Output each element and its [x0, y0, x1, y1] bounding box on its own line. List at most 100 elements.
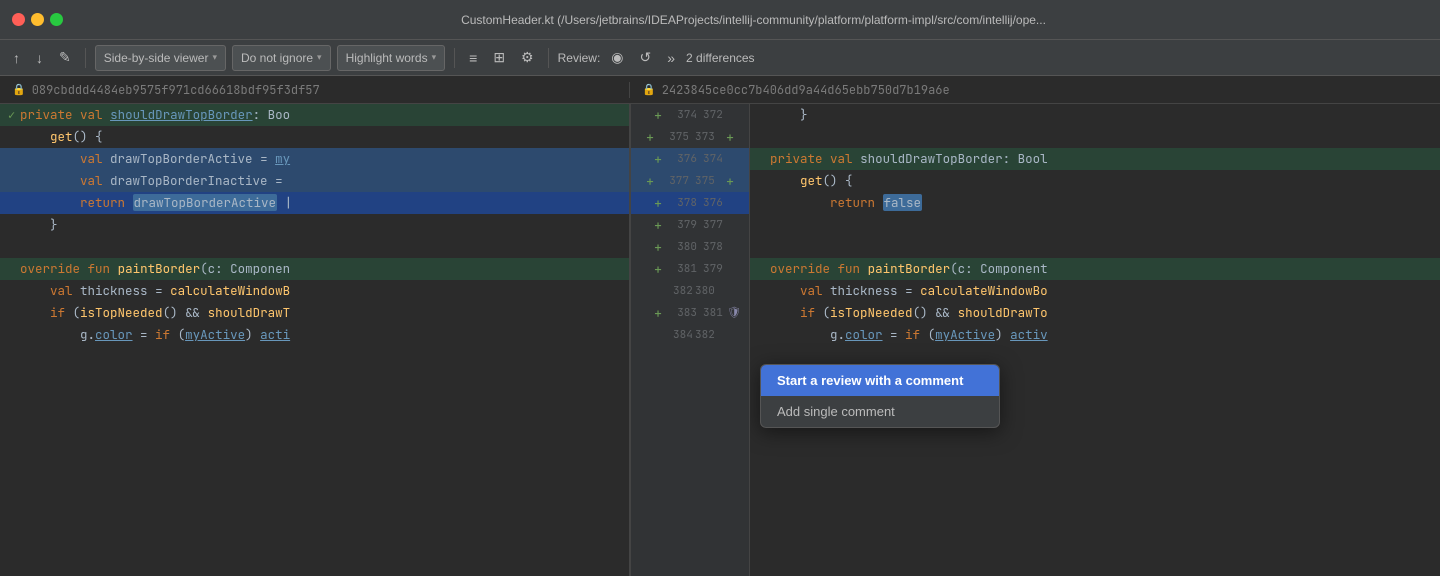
add-comment-373[interactable]: +: [723, 129, 737, 146]
right-code-380: val thickness = calculateWindowBo: [770, 280, 1048, 302]
align-button[interactable]: ≡: [464, 47, 482, 69]
left-linenum-381: 381: [667, 262, 697, 276]
gutter-380: + 380 378: [631, 236, 749, 258]
gutter-384: 384 382: [631, 324, 749, 346]
left-code-382: val thickness = calculateWindowB: [20, 280, 290, 302]
right-line-380: val thickness = calculateWindowBo: [750, 280, 1440, 302]
start-review-label: Start a review with a comment: [777, 373, 963, 388]
right-line-372: }: [750, 104, 1440, 126]
right-code-381: if (isTopNeeded() && shouldDrawTo: [770, 302, 1048, 324]
gutter-381: + 381 379: [631, 258, 749, 280]
gutter-377: + 377 375 +: [631, 170, 749, 192]
right-linenum-372: 372: [699, 108, 729, 122]
ignore-dropdown[interactable]: Do not ignore ▾: [232, 45, 331, 71]
left-commit: 🔒 089cbddd4484eb9575f971cd66618bdf95f3df…: [0, 82, 630, 98]
highlight-dropdown[interactable]: Highlight words ▾: [337, 45, 446, 71]
lock-icon-right: 🔒: [642, 83, 656, 97]
left-line-379: }: [0, 214, 629, 236]
left-code-378: return drawTopBorderActive |: [20, 192, 292, 214]
left-code-377: val drawTopBorderInactive =: [20, 170, 283, 192]
eye-button[interactable]: ◉: [606, 46, 628, 69]
maximize-button[interactable]: [50, 13, 63, 26]
left-line-375: get() {: [0, 126, 629, 148]
right-code-374: private val shouldDrawTopBorder: Bool: [770, 148, 1048, 170]
add-comment-375[interactable]: +: [643, 129, 657, 146]
right-line-378: [750, 236, 1440, 258]
add-comment-381[interactable]: +: [651, 261, 665, 278]
add-comment-380[interactable]: +: [651, 239, 665, 256]
right-commit-hash: 2423845ce0cc7b406dd9a44d65ebb750d7b19a6e: [662, 82, 950, 98]
right-code-382: g.color = if (myActive) activ: [770, 324, 1048, 346]
gutter-375: + 375 373 +: [631, 126, 749, 148]
add-comment-374[interactable]: +: [651, 107, 665, 124]
right-code: } private val shouldDrawTopBorder: Bool …: [750, 104, 1440, 346]
add-comment-379[interactable]: +: [651, 217, 665, 234]
right-line-379: override fun paintBorder(c: Component: [750, 258, 1440, 280]
close-button[interactable]: [12, 13, 25, 26]
single-comment-label: Add single comment: [777, 404, 895, 419]
right-line-377: [750, 214, 1440, 236]
right-line-374: private val shouldDrawTopBorder: Bool: [750, 148, 1440, 170]
right-code-379: override fun paintBorder(c: Component: [770, 258, 1048, 280]
add-comment-378[interactable]: +: [651, 195, 665, 212]
left-linenum-379: 379: [667, 218, 697, 232]
left-code-379: }: [20, 214, 58, 236]
gutter-376: + 376 374: [631, 148, 749, 170]
add-comment-383[interactable]: +: [651, 305, 665, 322]
more-button[interactable]: »: [662, 47, 680, 69]
right-linenum-381: 381🛡: [699, 306, 729, 320]
check-icon: ✓: [8, 104, 20, 126]
single-comment-item[interactable]: Add single comment: [761, 396, 999, 427]
highlight-label: Highlight words: [346, 51, 428, 65]
separator-2: [454, 48, 455, 68]
gutter-383: + 383 381🛡: [631, 302, 749, 324]
right-line-373: [750, 126, 1440, 148]
columns-button[interactable]: ⊞: [488, 46, 510, 69]
right-code-372: }: [770, 104, 808, 126]
add-comment-377[interactable]: +: [643, 173, 657, 190]
left-linenum-377: 377: [659, 174, 689, 188]
left-linenum-374: 374: [667, 108, 697, 122]
gutter-center: + 374 372 + 375 373 + + 376 374 + 377 37…: [630, 104, 750, 576]
right-code-375: get() {: [770, 170, 853, 192]
prev-diff-button[interactable]: ↑: [8, 47, 25, 69]
left-panel: ✓ private val shouldDrawTopBorder: Boo g…: [0, 104, 630, 576]
chevron-down-icon-2: ▾: [317, 52, 322, 63]
right-line-376: return false: [750, 192, 1440, 214]
right-commit: 🔒 2423845ce0cc7b406dd9a44d65ebb750d7b19a…: [630, 82, 1440, 98]
viewer-dropdown[interactable]: Side-by-side viewer ▾: [95, 45, 226, 71]
left-linenum-380: 380: [667, 240, 697, 254]
title-bar: CustomHeader.kt (/Users/jetbrains/IDEAPr…: [0, 0, 1440, 40]
right-linenum-375: 375: [691, 174, 721, 188]
left-linenum-375: 375: [659, 130, 689, 144]
right-line-375: get() {: [750, 170, 1440, 192]
right-linenum-379: 379: [699, 262, 729, 276]
chevron-down-icon-3: ▾: [432, 52, 437, 63]
left-code-375: get() {: [20, 126, 103, 148]
left-code-381: override fun paintBorder(c: Componen: [20, 258, 290, 280]
right-linenum-376: 376: [699, 196, 729, 210]
refresh-button[interactable]: ↺: [635, 46, 657, 69]
viewer-label: Side-by-side viewer: [104, 51, 209, 65]
settings-button[interactable]: ⚙: [516, 46, 539, 69]
add-comment-375r[interactable]: +: [723, 173, 737, 190]
left-code-383: if (isTopNeeded() && shouldDrawT: [20, 302, 290, 324]
add-comment-376[interactable]: +: [651, 151, 665, 168]
left-line-383: if (isTopNeeded() && shouldDrawT: [0, 302, 629, 324]
edit-button[interactable]: ✎: [54, 46, 76, 69]
right-linenum-377: 377: [699, 218, 729, 232]
right-linenum-380: 380: [691, 284, 721, 298]
start-review-item[interactable]: Start a review with a comment: [761, 365, 999, 396]
right-code-376: return false: [770, 192, 922, 214]
separator-1: [85, 48, 86, 68]
minimize-button[interactable]: [31, 13, 44, 26]
left-line-380: [0, 236, 629, 258]
left-code: ✓ private val shouldDrawTopBorder: Boo g…: [0, 104, 629, 346]
right-line-381: if (isTopNeeded() && shouldDrawTo: [750, 302, 1440, 324]
lock-icon-left: 🔒: [12, 83, 26, 97]
next-diff-button[interactable]: ↓: [31, 47, 48, 69]
window-title: CustomHeader.kt (/Users/jetbrains/IDEAPr…: [79, 13, 1428, 27]
commit-bar: 🔒 089cbddd4484eb9575f971cd66618bdf95f3df…: [0, 76, 1440, 104]
left-line-374: ✓ private val shouldDrawTopBorder: Boo: [0, 104, 629, 126]
left-line-382: val thickness = calculateWindowB: [0, 280, 629, 302]
